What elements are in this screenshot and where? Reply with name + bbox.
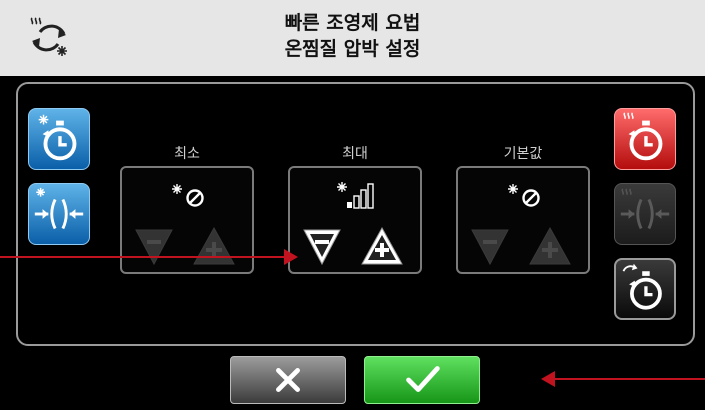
page-title: 빠른 조영제 요법	[284, 12, 421, 34]
column-label-max: 최대	[342, 146, 368, 162]
default-pressure-box	[456, 166, 590, 274]
x-icon	[276, 368, 300, 392]
cold-compression-icon	[34, 187, 84, 230]
cancel-button[interactable]	[230, 356, 346, 404]
max-pressure-box	[288, 166, 422, 274]
increase-arrow-icon[interactable]	[192, 226, 236, 266]
decrease-arrow-icon[interactable]	[470, 226, 510, 266]
cold-timer-button[interactable]	[28, 108, 90, 170]
pointer-arrow-icon	[284, 249, 298, 265]
column-label-min: 최소	[174, 146, 200, 162]
heat-timer-icon	[623, 112, 663, 161]
checkmark-icon	[406, 366, 440, 392]
heat-compression-icon	[620, 188, 670, 230]
no-compression-icon	[172, 184, 204, 207]
cold-timer-icon	[38, 114, 77, 161]
page-subtitle: 온찜질 압박 설정	[284, 38, 421, 60]
compression-level-icon	[337, 182, 374, 209]
no-compression-icon	[508, 184, 540, 207]
pointer-arrow-icon	[541, 371, 555, 387]
cycle-timer-button[interactable]	[614, 258, 676, 320]
pointer-line-right	[552, 378, 705, 380]
heat-compression-button[interactable]	[614, 183, 676, 245]
cold-compression-button[interactable]	[28, 183, 90, 245]
pointer-line-left	[0, 256, 290, 258]
heat-timer-button[interactable]	[614, 108, 676, 170]
increase-arrow-icon[interactable]	[528, 226, 572, 266]
cycle-timer-icon	[622, 263, 662, 310]
decrease-arrow-icon[interactable]	[134, 226, 174, 266]
confirm-button[interactable]	[364, 356, 480, 404]
decrease-arrow-icon[interactable]	[302, 226, 342, 266]
heat-cold-cycle-icon	[30, 17, 67, 56]
header-bar: 빠른 조영제 요법 온찜질 압박 설정	[0, 0, 705, 76]
column-label-default: 기본값	[503, 146, 543, 162]
increase-arrow-icon[interactable]	[360, 226, 404, 266]
